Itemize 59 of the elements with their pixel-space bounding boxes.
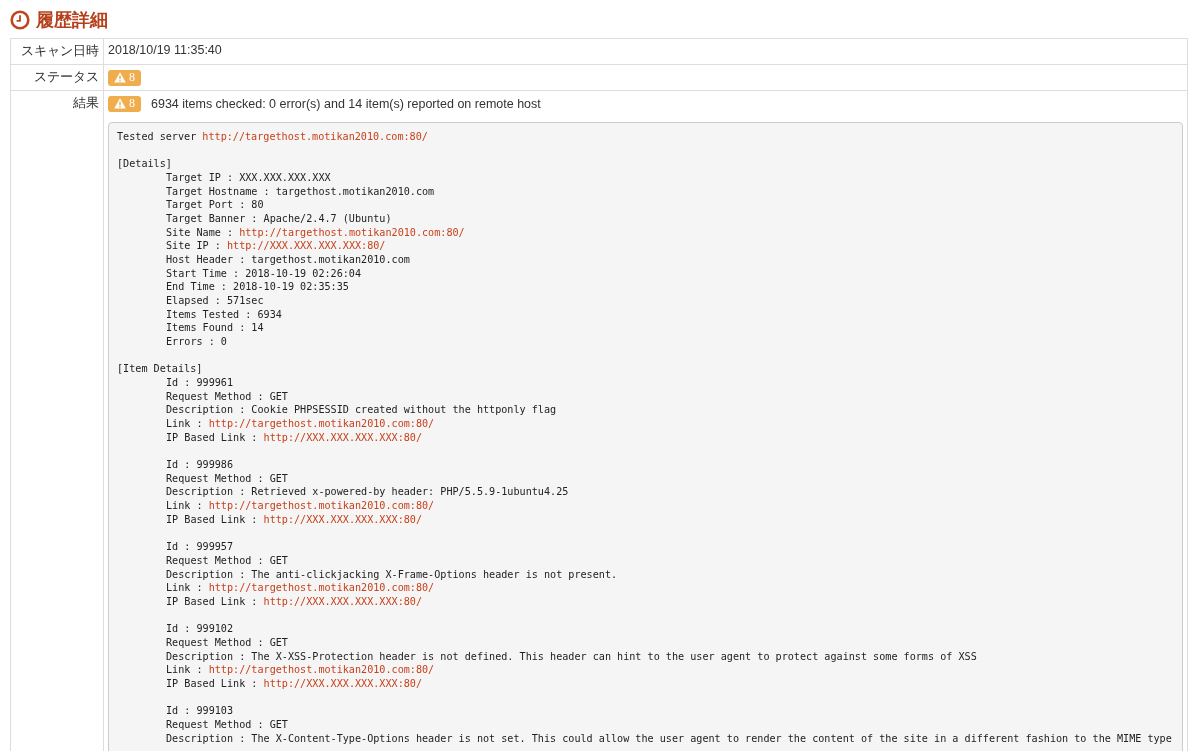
report-text: Link : (166, 664, 204, 676)
field-label: ステータス (34, 70, 99, 84)
clock-icon (10, 10, 30, 30)
report-text: Description : The X-XSS-Protection header is not defined. This header can hint to the user agent to protect against some forms of XSS (166, 650, 977, 662)
report-link[interactable]: http://targethost.motikan2010.com:80/ (202, 131, 428, 142)
report-text: IP Based Link : (166, 513, 259, 525)
report-text: Link : (166, 582, 204, 594)
report-link[interactable]: http://targethost.motikan2010.com:80/ (208, 664, 435, 676)
warning-badge: 8 (108, 95, 141, 112)
report-text: Site Name : (166, 226, 235, 238)
report-text: Id : 999961 (166, 377, 234, 389)
report-text: IP Based Link : (166, 595, 259, 607)
report-text: Tested server (117, 131, 198, 142)
report-text: Target Banner : Apache/2.4.7 (Ubuntu) (166, 213, 392, 225)
report-text: Request Method : GET (166, 718, 288, 730)
report-text: [Details] (117, 158, 172, 170)
report-text: Description : The anti-clickjacking X-Frame-Options header is not present. (166, 568, 618, 580)
report-text: Request Method : GET (166, 636, 288, 648)
report-text: Link : (166, 500, 204, 512)
report-text: Target Hostname : targethost.motikan2010.com (166, 185, 435, 197)
report-text: Errors : 0 (166, 336, 227, 348)
report-text: Id : 999102 (166, 623, 234, 635)
report-text: Id : 999957 (166, 541, 234, 553)
field-label: スキャン日時 (21, 44, 99, 58)
report-text: Description : The X-Content-Type-Options header is not set. This could allow the user agent to render the content of the site in a different fashion to the MIME type (166, 732, 1172, 744)
report-text: Items Found : 14 (166, 322, 264, 334)
warning-badge: 8 (108, 69, 141, 86)
report-link[interactable]: http://XXX.XXX.XXX.XXX:80/ (263, 431, 423, 443)
report-text: Request Method : GET (166, 390, 288, 402)
report-link[interactable]: http://targethost.motikan2010.com:80/ (208, 582, 435, 594)
page-title: 履歴詳細 (36, 9, 108, 32)
report-link[interactable]: http://targethost.motikan2010.com:80/ (208, 500, 435, 512)
report-text: Description : Cookie PHPSESSID created without the httponly flag (166, 404, 557, 416)
report-link[interactable]: http://targethost.motikan2010.com:80/ (208, 418, 435, 430)
report-link[interactable]: http://targethost.motikan2010.com:80/ (239, 226, 465, 238)
report-text: Start Time : 2018-10-19 02:26:04 (166, 267, 362, 279)
report-text: Target Port : 80 (166, 199, 264, 211)
report-text: Host Header : targethost.motikan2010.com (166, 254, 410, 266)
result-summary: 6934 items checked: 0 error(s) and 14 item(s) reported on remote host (151, 96, 541, 111)
report-text: Site IP : (166, 240, 222, 252)
report-text: Elapsed : 571sec (166, 295, 264, 307)
report-text: Request Method : GET (166, 472, 288, 484)
report-text: IP Based Link : (166, 677, 259, 689)
report-text: Target IP : XXX.XXX.XXX.XXX (166, 172, 331, 183)
field-value: 2018/10/19 11:35:40 (108, 43, 222, 57)
report-link[interactable]: http://XXX.XXX.XXX.XXX:80/ (263, 595, 423, 607)
report-text: Request Method : GET (166, 554, 288, 566)
report-text: Id : 999103 (166, 705, 234, 717)
report-link[interactable]: http://XXX.XXX.XXX.XXX:80/ (263, 513, 423, 525)
report-text: End Time : 2018-10-19 02:35:35 (166, 281, 349, 293)
report-link[interactable]: http://XXX.XXX.XXX.XXX:80/ (263, 677, 423, 689)
report-link[interactable]: http://XXX.XXX.XXX.XXX:80/ (226, 240, 386, 252)
report-text: IP Based Link : (166, 431, 259, 443)
report-text: Description : Retrieved x-powered-by header: PHP/5.5.9-1ubuntu4.25 (166, 486, 569, 498)
field-label: 結果 (73, 96, 99, 110)
report-text: Id : 999986 (166, 459, 234, 471)
report-text: [Item Details] (117, 363, 203, 375)
report-text: Link : (166, 418, 204, 430)
report-text: Items Tested : 6934 (166, 308, 282, 320)
